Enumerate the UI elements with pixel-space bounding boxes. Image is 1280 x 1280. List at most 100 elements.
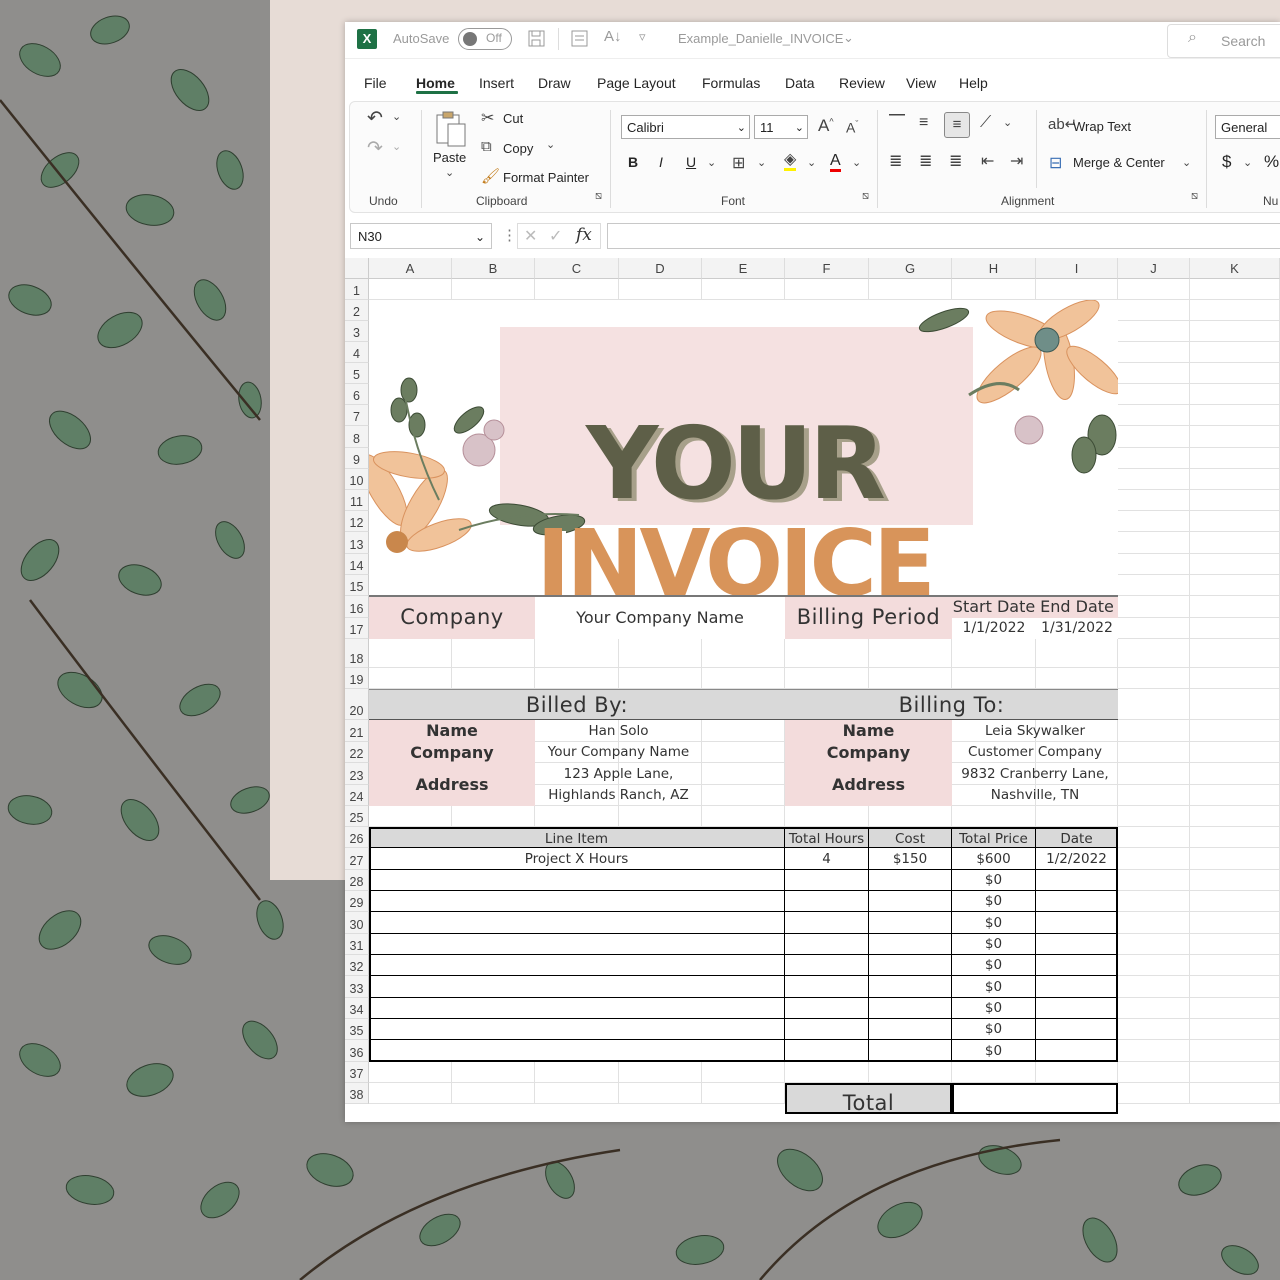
grow-font-icon[interactable]: A^ [818, 116, 834, 136]
end-date-value[interactable]: 1/31/2022 [1036, 618, 1118, 639]
table-cell[interactable] [785, 955, 869, 976]
table-cell[interactable] [869, 998, 952, 1019]
currency-chevron-down-icon[interactable]: ⌄ [1243, 156, 1252, 169]
increase-indent-icon[interactable]: ⇥ [1010, 151, 1023, 171]
price-cell[interactable]: $0 [952, 934, 1036, 955]
table-cell[interactable] [1036, 998, 1118, 1019]
align-right-icon[interactable]: ≣ [949, 151, 962, 171]
tab-insert[interactable]: Insert [479, 75, 514, 91]
cut-button[interactable]: Cut [503, 111, 523, 126]
paste-label[interactable]: Paste [433, 150, 466, 165]
row-header-18[interactable]: 18 [345, 639, 369, 668]
row-header-6[interactable]: 6 [345, 384, 369, 405]
fill-chevron-down-icon[interactable]: ⌄ [807, 156, 816, 169]
by-address-line1[interactable]: 123 Apple Lane, [535, 763, 702, 785]
price-cell[interactable]: $0 [952, 912, 1036, 934]
row-header-2[interactable]: 2 [345, 300, 369, 321]
customize-chevron-icon[interactable]: ▿ [639, 29, 646, 45]
row-header-13[interactable]: 13 [345, 532, 369, 554]
orientation-chevron-down-icon[interactable]: ⌄ [1003, 116, 1012, 129]
number-format-select[interactable]: General [1215, 115, 1280, 139]
italic-button[interactable]: I [659, 154, 663, 170]
to-address-line1[interactable]: 9832 Cranberry Lane, [952, 763, 1118, 785]
table-cell[interactable] [785, 870, 869, 891]
tab-home[interactable]: Home [416, 75, 455, 91]
company-value[interactable]: Your Company Name [535, 596, 785, 639]
tab-page-layout[interactable]: Page Layout [597, 75, 676, 91]
tab-draw[interactable]: Draw [538, 75, 571, 91]
row-header-14[interactable]: 14 [345, 554, 369, 575]
row-header-20[interactable]: 20 [345, 689, 369, 720]
table-cell[interactable] [785, 1040, 869, 1062]
insert-function-icon[interactable]: fx [576, 225, 592, 245]
alignment-launcher-icon[interactable]: ⧅ [1191, 190, 1198, 203]
more-options-icon[interactable]: ⋮ [502, 226, 517, 244]
tab-view[interactable]: View [906, 75, 936, 91]
row-header-4[interactable]: 4 [345, 342, 369, 363]
column-header-h[interactable]: H [952, 258, 1036, 279]
undo-chevron-down-icon[interactable]: ⌄ [392, 110, 401, 123]
row-header-33[interactable]: 33 [345, 976, 369, 998]
by-name-value[interactable]: Han Solo [535, 720, 702, 742]
copy-chevron-down-icon[interactable]: ⌄ [546, 138, 555, 151]
column-header-c[interactable]: C [535, 258, 619, 279]
format-painter-icon[interactable]: 🖌 [481, 167, 500, 185]
date-cell[interactable]: 1/2/2022 [1036, 848, 1118, 870]
table-cell[interactable] [1036, 934, 1118, 955]
borders-chevron-down-icon[interactable]: ⌄ [757, 156, 766, 169]
merge-center-button[interactable]: Merge & Center [1073, 155, 1165, 170]
row-header-24[interactable]: 24 [345, 785, 369, 806]
align-middle-icon[interactable]: ≡ [919, 114, 928, 132]
column-header-g[interactable]: G [869, 258, 952, 279]
merge-center-icon[interactable]: ⊟ [1049, 153, 1062, 173]
align-center-icon[interactable]: ≣ [919, 151, 932, 171]
underline-chevron-down-icon[interactable]: ⌄ [707, 156, 716, 169]
price-cell[interactable]: $0 [952, 870, 1036, 891]
row-header-34[interactable]: 34 [345, 998, 369, 1019]
total-value[interactable] [952, 1083, 1118, 1114]
row-header-1[interactable]: 1 [345, 279, 369, 300]
column-header-k[interactable]: K [1190, 258, 1280, 279]
decrease-indent-icon[interactable]: ⇤ [981, 151, 994, 171]
hours-cell[interactable]: 4 [785, 848, 869, 870]
price-cell[interactable]: $0 [952, 1040, 1036, 1062]
underline-button[interactable]: U [686, 154, 696, 170]
table-cell[interactable] [1036, 976, 1118, 998]
filename-chevron-down-icon[interactable]: ⌄ [843, 30, 854, 46]
row-header-32[interactable]: 32 [345, 955, 369, 976]
confirm-icon[interactable]: ✓ [549, 226, 562, 246]
row-header-29[interactable]: 29 [345, 891, 369, 912]
table-cell[interactable] [869, 934, 952, 955]
tab-file[interactable]: File [364, 75, 387, 91]
table-cell[interactable] [369, 891, 785, 912]
table-cell[interactable] [785, 976, 869, 998]
row-header-36[interactable]: 36 [345, 1040, 369, 1062]
row-header-21[interactable]: 21 [345, 720, 369, 742]
row-header-27[interactable]: 27 [345, 848, 369, 870]
tab-formulas[interactable]: Formulas [702, 75, 760, 91]
table-cell[interactable] [369, 1019, 785, 1040]
row-header-8[interactable]: 8 [345, 426, 369, 448]
row-header-17[interactable]: 17 [345, 618, 369, 639]
table-cell[interactable] [869, 955, 952, 976]
table-cell[interactable] [785, 998, 869, 1019]
copy-button[interactable]: Copy [503, 141, 533, 156]
start-date-value[interactable]: 1/1/2022 [952, 618, 1036, 639]
column-header-e[interactable]: E [702, 258, 785, 279]
table-cell[interactable] [369, 870, 785, 891]
row-header-9[interactable]: 9 [345, 448, 369, 469]
search-box[interactable]: ⌕ Search [1167, 24, 1280, 58]
table-cell[interactable] [785, 1019, 869, 1040]
percent-button[interactable]: % [1264, 152, 1279, 172]
price-cell[interactable]: $0 [952, 998, 1036, 1019]
table-cell[interactable] [869, 870, 952, 891]
table-cell[interactable] [869, 891, 952, 912]
price-cell[interactable]: $0 [952, 955, 1036, 976]
row-header-5[interactable]: 5 [345, 363, 369, 384]
row-header-10[interactable]: 10 [345, 469, 369, 490]
table-cell[interactable] [1036, 1040, 1118, 1062]
table-cell[interactable] [369, 1040, 785, 1062]
row-header-26[interactable]: 26 [345, 827, 369, 848]
font-color-chevron-down-icon[interactable]: ⌄ [852, 156, 861, 169]
table-cell[interactable] [1036, 870, 1118, 891]
